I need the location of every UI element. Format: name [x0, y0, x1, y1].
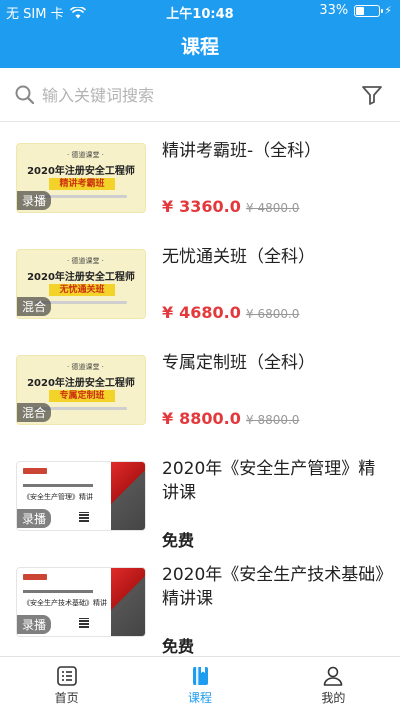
thumb-headline: 2020年注册安全工程师	[27, 166, 135, 177]
course-type-badge: 录播	[17, 191, 52, 210]
course-thumbnail: · 德道课堂 · 2020年注册安全工程师 专属定制班 混合	[16, 355, 146, 425]
course-title: 2020年《安全生产技术基础》精讲课	[162, 565, 384, 609]
course-book-icon	[192, 667, 208, 685]
thumb-headline: 2020年注册安全工程师	[27, 378, 135, 389]
thumb-ribbon: 无忧通关班	[49, 284, 115, 296]
tab-home[interactable]: 首页	[0, 657, 133, 710]
home-list-icon	[56, 666, 77, 686]
course-thumbnail: 《安全生产技术基础》精讲 录播	[16, 567, 146, 637]
battery-percent: 33%	[319, 3, 349, 18]
course-list: · 德道课堂 · 2020年注册安全工程师 精讲考霸班 录播 精讲考霸班-（全科…	[0, 123, 400, 656]
course-item[interactable]: 《安全生产技术基础》精讲 录播 2020年《安全生产技术基础》精讲课 免费	[0, 547, 400, 656]
filter-icon[interactable]	[360, 83, 384, 107]
thumb-tag: · 德道课堂 ·	[67, 363, 104, 371]
tab-label: 课程	[187, 691, 212, 705]
search-bar	[0, 68, 400, 122]
course-item[interactable]: · 德道课堂 · 2020年注册安全工程师 专属定制班 混合 专属定制班（全科）…	[0, 335, 400, 441]
course-item[interactable]: · 德道课堂 · 2020年注册安全工程师 无忧通关班 混合 无忧通关班（全科）…	[0, 229, 400, 335]
course-title: 无忧通关班（全科）	[162, 247, 315, 267]
course-title: 精讲考霸班-（全科）	[162, 141, 322, 161]
course-price: ¥4680.0	[162, 303, 241, 322]
course-type-badge: 录播	[17, 615, 52, 634]
battery-icon	[354, 4, 384, 17]
charging-icon: ⚡	[384, 4, 392, 17]
thumb-ribbon: 专属定制班	[49, 390, 115, 402]
tab-label: 我的	[321, 691, 346, 705]
course-item[interactable]: · 德道课堂 · 2020年注册安全工程师 精讲考霸班 录播 精讲考霸班-（全科…	[0, 123, 400, 229]
status-bar: 无 SIM 卡 上午10:48 33% ⚡	[0, 0, 400, 22]
tab-courses[interactable]: 课程	[133, 657, 266, 710]
original-price: ¥ 6800.0	[246, 307, 300, 321]
course-thumbnail: · 德道课堂 · 2020年注册安全工程师 精讲考霸班 录播	[16, 143, 146, 213]
original-price: ¥ 8800.0	[246, 413, 300, 427]
tab-label: 首页	[54, 691, 79, 705]
original-price: ¥ 4800.0	[246, 201, 300, 215]
course-title: 专属定制班（全科）	[162, 353, 315, 373]
top-header: 无 SIM 卡 上午10:48 33% ⚡ 课程	[0, 0, 400, 68]
thumb-subtitle: 《安全生产管理》精讲	[23, 493, 93, 501]
brand-logo	[23, 574, 47, 580]
qr-code-icon	[79, 618, 89, 628]
thumb-tag: · 德道课堂 ·	[67, 151, 104, 159]
thumb-tag: · 德道课堂 ·	[67, 257, 104, 265]
search-icon	[15, 85, 35, 105]
course-type-badge: 混合	[17, 297, 52, 316]
profile-icon	[324, 666, 343, 686]
page-title: 课程	[180, 36, 219, 58]
search-input[interactable]	[42, 82, 302, 108]
course-item[interactable]: 《安全生产管理》精讲 录播 2020年《安全生产管理》精讲课 免费	[0, 441, 400, 550]
course-thumbnail: · 德道课堂 · 2020年注册安全工程师 无忧通关班 混合	[16, 249, 146, 319]
course-type-badge: 混合	[17, 403, 52, 422]
course-price: ¥8800.0	[162, 409, 241, 428]
course-price-free: 免费	[162, 637, 195, 656]
brand-logo	[23, 468, 47, 474]
bottom-tab-bar: 首页 课程 我的	[0, 656, 400, 710]
thumb-ribbon: 精讲考霸班	[49, 178, 115, 190]
course-price: ¥3360.0	[162, 197, 241, 216]
qr-code-icon	[79, 512, 89, 522]
course-title: 2020年《安全生产管理》精讲课	[162, 459, 376, 503]
thumb-subtitle: 《安全生产技术基础》精讲	[23, 599, 107, 607]
course-thumbnail: 《安全生产管理》精讲 录播	[16, 461, 146, 531]
tab-profile[interactable]: 我的	[267, 657, 400, 710]
thumb-headline: 2020年注册安全工程师	[27, 272, 135, 283]
course-type-badge: 录播	[17, 509, 52, 528]
